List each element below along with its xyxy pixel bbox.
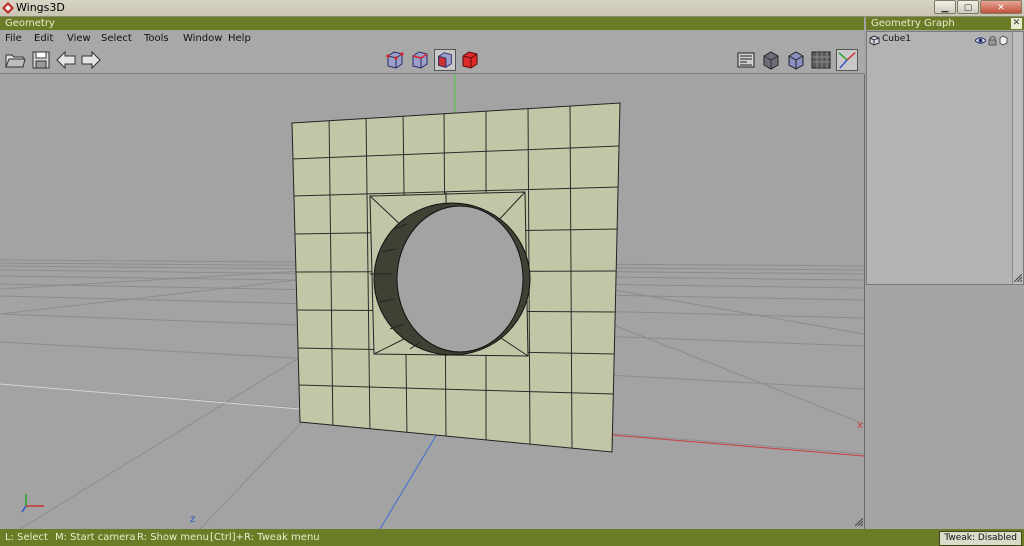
graph-object-row[interactable]: Cube1 (869, 34, 1019, 48)
menu-tools[interactable]: Tools (144, 33, 169, 44)
graph-panel-label: Geometry Graph (871, 18, 955, 29)
minimize-button[interactable]: ▁ (934, 0, 956, 14)
viewport-scene (0, 74, 864, 529)
geometry-graph-panel: Cube1 (866, 31, 1024, 285)
graph-close-icon[interactable]: ✕ (1011, 18, 1022, 29)
edge-select-mode-icon[interactable] (409, 49, 431, 71)
hint-right-click: R: Show menu (137, 532, 209, 543)
lock-icon[interactable] (988, 35, 997, 46)
mesh-panel[interactable] (291, 102, 621, 453)
ground-grid-icon[interactable] (810, 49, 832, 71)
window-title: Wings3D (16, 1, 65, 14)
wire-toggle-cube-icon[interactable] (999, 35, 1008, 46)
negative-x-axis-line (0, 383, 301, 410)
object-name: Cube1 (882, 34, 911, 44)
status-bar: L: Select M: Start camera R: Show menu [… (0, 529, 1024, 546)
menu-file[interactable]: File (5, 33, 22, 44)
redo-arrow-icon[interactable] (80, 49, 102, 71)
maximize-button[interactable]: ▢ (957, 0, 979, 14)
z-axis-label: z (190, 514, 196, 525)
geometry-panel-title: Geometry (0, 17, 864, 30)
empty-side-area (866, 286, 1024, 529)
object-cube-icon (869, 35, 880, 46)
hint-middle-click: M: Start camera (55, 532, 136, 543)
resize-grip-icon[interactable] (855, 518, 863, 526)
graph-panel-title: Geometry Graph ✕ (866, 17, 1024, 30)
geometry-panel-label: Geometry (5, 18, 55, 29)
window-controls: ▁ ▢ ✕ (934, 0, 1022, 15)
x-axis-label: x (857, 420, 863, 431)
menu-bar: File Edit View Select Tools Window Help (0, 31, 864, 47)
flat-shaded-view-icon[interactable] (785, 49, 807, 71)
close-button[interactable]: ✕ (980, 0, 1022, 14)
origin-axes-gizmo (21, 494, 44, 513)
vertex-select-mode-icon[interactable] (384, 49, 406, 71)
open-folder-icon[interactable] (4, 49, 26, 71)
body-select-mode-icon[interactable] (459, 49, 481, 71)
face-select-mode-icon[interactable] (434, 49, 456, 71)
menu-help[interactable]: Help (228, 33, 251, 44)
wings-app-icon (2, 2, 14, 14)
hint-left-click: L: Select (5, 532, 48, 543)
menu-edit[interactable]: Edit (34, 33, 53, 44)
smooth-shaded-view-icon[interactable] (760, 49, 782, 71)
menu-window[interactable]: Window (183, 33, 222, 44)
save-icon[interactable] (30, 49, 52, 71)
toolbar (0, 47, 864, 74)
hint-ctrl-right-click: [Ctrl]+R: Tweak menu (210, 532, 320, 543)
graph-resize-grip-icon[interactable] (1014, 274, 1022, 282)
graph-scrollbar[interactable] (1012, 32, 1023, 284)
tweak-status-badge[interactable]: Tweak: Disabled (939, 531, 1022, 546)
3d-viewport[interactable]: x z (0, 74, 865, 529)
menu-view[interactable]: View (67, 33, 91, 44)
window-titlebar: Wings3D ▁ ▢ ✕ (0, 0, 1024, 17)
visibility-eye-icon[interactable] (975, 36, 986, 45)
axes-toggle-icon[interactable] (836, 49, 858, 71)
undo-arrow-icon[interactable] (55, 49, 77, 71)
wireframe-view-icon[interactable] (735, 49, 757, 71)
menu-select[interactable]: Select (101, 33, 132, 44)
